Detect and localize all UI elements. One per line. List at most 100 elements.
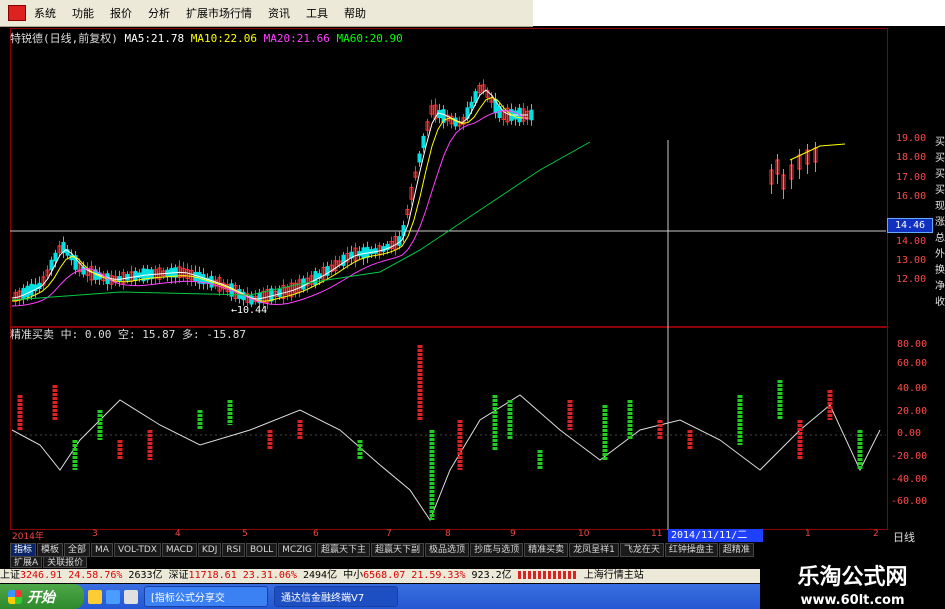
indicator-tab[interactable]: 超赢天下副 — [371, 543, 425, 557]
time-tick: 4 — [175, 529, 181, 539]
long-value: -15.87 — [206, 328, 246, 341]
price-tick: 17.00 — [896, 172, 927, 183]
period-label[interactable]: 日线 — [893, 529, 915, 545]
sh-change: 24.58 — [68, 570, 99, 581]
zx-amount: 923.2亿 — [471, 570, 512, 581]
low-price-annotation: ←10.44 — [231, 305, 268, 316]
sz-amount: 2494亿 — [302, 570, 338, 581]
price-tick: 14.00 — [896, 236, 927, 247]
side-info-label: 买 — [935, 137, 945, 148]
empty-value: 15.87 — [142, 328, 176, 341]
indicator-tab-secondary[interactable]: 关联报价 — [43, 556, 88, 568]
time-tick: 3 — [92, 529, 98, 539]
ma20-value: 21.66 — [296, 32, 330, 45]
indicator-tab[interactable]: BOLL — [246, 543, 278, 557]
side-info-label: 外 — [935, 249, 945, 260]
indicator-tab[interactable]: 指标 — [10, 543, 37, 557]
indicator-tab[interactable]: 模板 — [37, 543, 64, 557]
zx-label: 中小 — [343, 570, 364, 581]
indicator-tab-secondary[interactable]: 扩展A — [10, 556, 43, 568]
candle-body — [21, 287, 26, 299]
sz-change: 23.31 — [242, 570, 273, 581]
zx-change: 21.59 — [411, 570, 442, 581]
ma10-value: 22.06 — [223, 32, 257, 45]
sh-amount: 2633亿 — [128, 570, 163, 581]
time-tick: 1 — [805, 529, 811, 539]
price-chart-header: 特锐德(日线,前复权) MA5:21.78 MA10:22.06 MA20:21… — [10, 30, 403, 46]
indicator-tab[interactable]: 精准买卖 — [524, 543, 569, 557]
side-info-label: 总 — [935, 233, 945, 244]
sh-index: 3246.91 — [20, 570, 63, 581]
windows-logo-icon — [8, 589, 22, 604]
candle-body — [25, 285, 30, 298]
indicator-tick: 80.00 — [897, 339, 928, 350]
ma60-label: MA60: — [336, 32, 370, 45]
indicator-tab[interactable]: MCZIG — [278, 543, 317, 557]
price-tick: 18.00 — [896, 152, 927, 163]
indicator-tab[interactable]: 红钟操盘主 — [664, 543, 718, 557]
time-tick: 10 — [578, 529, 590, 539]
indicator-tab[interactable]: 龙凤呈祥1 — [569, 543, 619, 557]
watermark-overlay: 乐淘公式网 www.60lt.com — [760, 555, 945, 609]
oscillator-line — [11, 394, 881, 522]
indicator-tab[interactable]: VOL-TDX — [113, 543, 161, 557]
quicklaunch-app-icon[interactable] — [124, 589, 138, 604]
time-tick: 11 — [651, 529, 663, 539]
indicator-tick: 60.00 — [897, 358, 928, 369]
indicator-tab[interactable]: 极品选顶 — [425, 543, 470, 557]
sz-label: 深证 — [168, 570, 189, 581]
indicator-tab[interactable]: 飞龙在天 — [619, 543, 664, 557]
indicator-header: 精准买卖 中: 0.00 空: 15.87 多: -15.87 — [10, 326, 246, 342]
taskbar-button-label: 通达信金融终端V7 — [281, 593, 365, 604]
sh-pct: .76% — [98, 570, 123, 581]
indicator-tick: -40.00 — [891, 474, 928, 485]
crosshair-date-box: 2014/11/11/二 — [668, 529, 763, 542]
side-info-label: 收 — [935, 297, 945, 308]
candle-body — [277, 289, 282, 297]
ma5-line — [11, 89, 528, 300]
indicator-tab[interactable]: 超赢天下主 — [317, 543, 371, 557]
zx-pct: .33% — [441, 570, 466, 581]
ma60-value: 20.90 — [369, 32, 403, 45]
start-button[interactable]: 开始 — [0, 584, 84, 609]
ma5-label: MA5: — [124, 32, 152, 45]
candle-body — [29, 283, 34, 296]
indicator-tab-bar: 指标 模板 全部 MA VOL-TDX MACD KDJ RSI BOLL MCZIG 超赢天下主超… — [10, 543, 790, 557]
market-status-bar: 上证3246.91 24.58.76% 2633亿 深证11718.61 23.… — [0, 569, 760, 583]
time-tick: 2 — [873, 529, 879, 539]
candle-body — [417, 153, 422, 163]
sz-pct: .06% — [272, 570, 297, 581]
indicator-tick: -60.00 — [891, 496, 928, 507]
sz-index: 11718.61 — [188, 570, 237, 581]
indicator-tab[interactable]: KDJ — [197, 543, 222, 557]
quicklaunch-browser-icon[interactable] — [106, 589, 120, 604]
time-tick: 2014年 — [12, 532, 44, 542]
side-info-label: 买 — [935, 185, 945, 196]
candle-body — [529, 109, 534, 121]
indicator-tab[interactable]: MA — [91, 543, 113, 557]
brand-name: 乐淘公式网 — [797, 564, 908, 590]
indicator-name: 精准买卖 — [10, 328, 54, 341]
quicklaunch-folder-icon[interactable] — [88, 589, 102, 604]
indicator-tab[interactable]: MACD — [161, 543, 197, 557]
side-info-label: 现 — [935, 201, 945, 212]
indicator-tab[interactable]: 超精准 — [718, 543, 754, 557]
brand-url: www.60lt.com — [800, 593, 905, 608]
taskbar-button-tdx-terminal[interactable]: 通达信金融终端V7 — [274, 586, 398, 607]
time-tick: 9 — [510, 529, 516, 539]
feed-label[interactable]: 上海行情主站 — [584, 570, 644, 581]
crosshair-price-box: 14.46 — [887, 218, 933, 233]
indicator-tick: 40.00 — [897, 383, 928, 394]
ma20-label: MA20: — [263, 32, 297, 45]
time-tick: 8 — [445, 529, 451, 539]
candle-body — [469, 101, 474, 109]
time-tick: 5 — [242, 529, 248, 539]
indicator-tab[interactable]: 抄底与选顶 — [470, 543, 524, 557]
side-info-label: 涨 — [935, 217, 945, 228]
indicator-tab[interactable]: RSI — [222, 543, 246, 557]
indicator-tab[interactable]: 全部 — [64, 543, 91, 557]
taskbar-button-label: [指标公式分享交 — [151, 593, 225, 604]
taskbar-button-formula-share[interactable]: [指标公式分享交 — [144, 586, 268, 607]
indicator-tick: -20.00 — [891, 451, 928, 462]
zx-index: 6568.07 — [363, 570, 406, 581]
